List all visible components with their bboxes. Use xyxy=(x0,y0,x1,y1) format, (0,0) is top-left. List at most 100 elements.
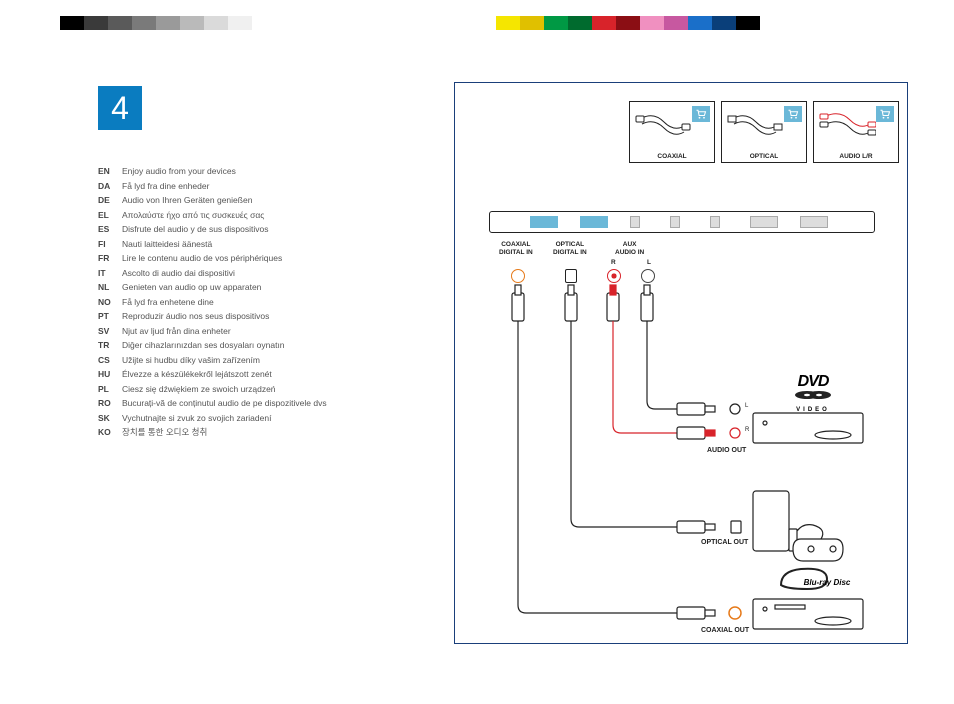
cable-illustration xyxy=(634,108,692,146)
language-code: SV xyxy=(98,324,122,339)
colorbar-swatch xyxy=(60,16,84,30)
language-text: 장치를 통한 오디오 청취 xyxy=(122,425,207,440)
colorbar-swatch xyxy=(496,16,520,30)
colorbar-swatch xyxy=(568,16,592,30)
colorbar-swatch xyxy=(544,16,568,30)
manual-page: 4 ENEnjoy audio from your devicesDAFå ly… xyxy=(44,68,910,676)
language-code: NL xyxy=(98,280,122,295)
language-code: NO xyxy=(98,295,122,310)
language-code: SK xyxy=(98,411,122,426)
optical-jack xyxy=(565,269,577,283)
soundbar-device xyxy=(489,211,875,233)
language-text: Disfrute del audio y de sus dispositivos xyxy=(122,222,268,237)
coaxial-in-label: COAXIAL DIGITAL IN xyxy=(499,241,533,257)
language-row: FRLire le contenu audio de vos périphéri… xyxy=(98,251,438,266)
dvd-logo: DVD VIDEO xyxy=(793,373,833,413)
colorbar-swatch xyxy=(592,16,616,30)
colorbar-swatch xyxy=(640,16,664,30)
language-row: DAFå lyd fra dine enheder xyxy=(98,179,438,194)
cart-icon xyxy=(876,106,894,122)
language-text: Reproduzir áudio nos seus dispositivos xyxy=(122,309,269,324)
language-text: Ascolto di audio dai dispositivi xyxy=(122,266,235,281)
cable-box: COAXIAL xyxy=(629,101,715,163)
language-code: KO xyxy=(98,425,122,440)
language-text: Ciesz się dźwiękiem ze swoich urządzeń xyxy=(122,382,276,397)
language-code: EN xyxy=(98,164,122,179)
language-row: KO장치를 통한 오디오 청취 xyxy=(98,425,438,440)
language-row: ITAscolto di audio dai dispositivi xyxy=(98,266,438,281)
language-row: NOFå lyd fra enhetene dine xyxy=(98,295,438,310)
optical-in-label: OPTICAL DIGITAL IN xyxy=(553,241,587,257)
language-row: ROBucurați-vă de conținutul audio de pe … xyxy=(98,396,438,411)
language-text: Audio von Ihren Geräten genießen xyxy=(122,193,252,208)
language-code: DA xyxy=(98,179,122,194)
language-row: CSUžijte si hudbu díky vašim zařízením xyxy=(98,353,438,368)
color-calibration-bar xyxy=(0,16,954,30)
language-row: FINauti laitteidesi äänestä xyxy=(98,237,438,252)
cable-illustration xyxy=(726,108,784,146)
cable-box-label: OPTICAL xyxy=(722,153,806,160)
language-text: Genieten van audio op uw apparaten xyxy=(122,280,261,295)
language-code: PT xyxy=(98,309,122,324)
r-label: R xyxy=(611,259,616,267)
language-text: Njut av ljud från dina enheter xyxy=(122,324,231,339)
colorbar-swatch xyxy=(276,16,496,30)
language-code: HU xyxy=(98,367,122,382)
colorbar-swatch xyxy=(520,16,544,30)
colorbar-swatch xyxy=(84,16,108,30)
cable-box: AUDIO L/R xyxy=(813,101,899,163)
cable-box-label: AUDIO L/R xyxy=(814,153,898,160)
l-label: L xyxy=(647,259,651,267)
language-row: TRDiğer cihazlarınızdan ses dosyaları oy… xyxy=(98,338,438,353)
cart-icon xyxy=(692,106,710,122)
language-row: ENEnjoy audio from your devices xyxy=(98,164,438,179)
colorbar-swatch xyxy=(180,16,204,30)
audio-out-label: AUDIO OUT xyxy=(707,447,746,454)
aux-r-jack xyxy=(607,269,621,283)
language-code: IT xyxy=(98,266,122,281)
language-text: Élvezze a készülékekről lejátszott zenét xyxy=(122,367,272,382)
cable-box-label: COAXIAL xyxy=(630,153,714,160)
colorbar-swatch xyxy=(0,16,60,30)
coaxial-jack xyxy=(511,269,525,283)
colorbar-swatch xyxy=(228,16,252,30)
language-text: Απολαύστε ήχο από τις συσκευές σας xyxy=(122,208,264,223)
language-code: TR xyxy=(98,338,122,353)
colorbar-swatch xyxy=(664,16,688,30)
dvd-l-label: L xyxy=(745,403,748,409)
language-code: ES xyxy=(98,222,122,237)
language-code: CS xyxy=(98,353,122,368)
language-row: DEAudio von Ihren Geräten genießen xyxy=(98,193,438,208)
language-row: NLGenieten van audio op uw apparaten xyxy=(98,280,438,295)
colorbar-swatch xyxy=(616,16,640,30)
colorbar-swatch xyxy=(156,16,180,30)
language-row: ESDisfrute del audio y de sus dispositiv… xyxy=(98,222,438,237)
dvd-r-label: R xyxy=(745,427,749,433)
wiring-svg xyxy=(455,83,909,645)
bluray-logo: Blu-ray Disc xyxy=(777,565,857,587)
colorbar-swatch xyxy=(252,16,276,30)
connection-diagram: COAXIAL OPTICAL AUDIO L/R COAXIAL DIGITAL … xyxy=(454,82,908,644)
colorbar-swatch xyxy=(712,16,736,30)
cable-illustration xyxy=(818,108,876,146)
language-text: Få lyd fra enhetene dine xyxy=(122,295,214,310)
language-row: SKVychutnajte si zvuk zo svojich zariade… xyxy=(98,411,438,426)
cable-box: OPTICAL xyxy=(721,101,807,163)
aux-l-jack xyxy=(641,269,655,283)
coaxial-out-label: COAXIAL OUT xyxy=(701,627,749,634)
left-column: 4 ENEnjoy audio from your devicesDAFå ly… xyxy=(98,86,438,440)
language-text: Få lyd fra dine enheder xyxy=(122,179,209,194)
language-row: HUÉlvezze a készülékekről lejátszott zen… xyxy=(98,367,438,382)
language-code: FR xyxy=(98,251,122,266)
language-code: PL xyxy=(98,382,122,397)
language-list: ENEnjoy audio from your devicesDAFå lyd … xyxy=(98,164,438,440)
cable-type-boxes: COAXIAL OPTICAL AUDIO L/R xyxy=(629,101,899,163)
colorbar-swatch xyxy=(688,16,712,30)
language-row: ELΑπολαύστε ήχο από τις συσκευές σας xyxy=(98,208,438,223)
language-row: PTReproduzir áudio nos seus dispositivos xyxy=(98,309,438,324)
language-text: Užijte si hudbu díky vašim zařízením xyxy=(122,353,260,368)
language-text: Diğer cihazlarınızdan ses dosyaları oyna… xyxy=(122,338,285,353)
colorbar-swatch xyxy=(736,16,760,30)
colorbar-swatch xyxy=(760,16,864,30)
aux-in-label: AUX AUDIO IN xyxy=(615,241,644,257)
